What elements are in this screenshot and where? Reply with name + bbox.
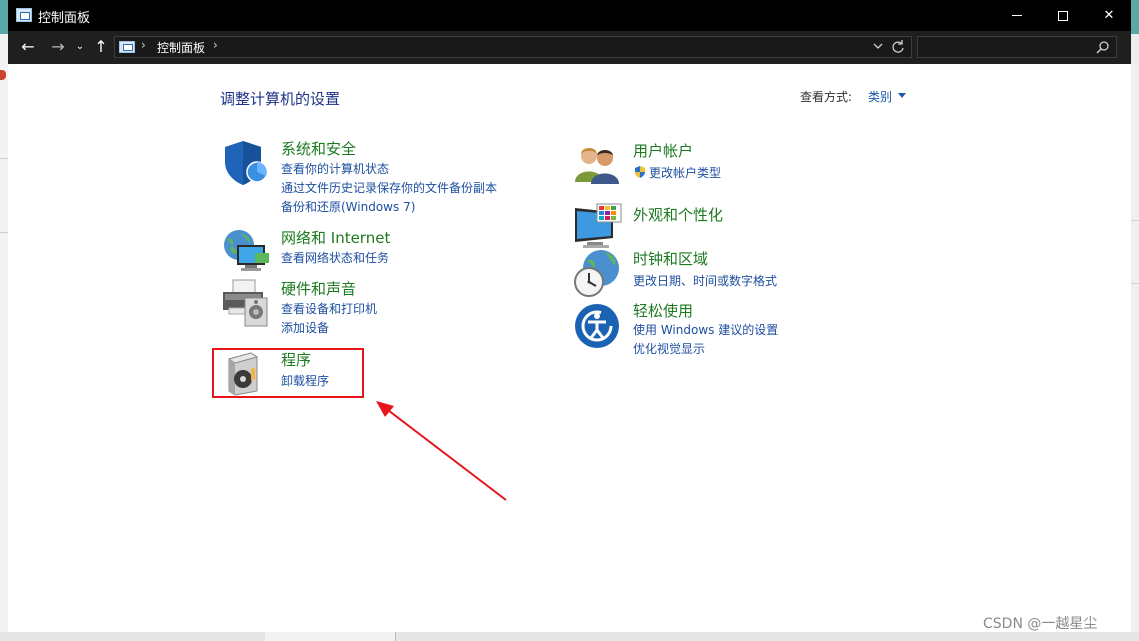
network-globe-icon[interactable] (221, 227, 271, 277)
window-title: 控制面板 (38, 11, 91, 26)
link-network-status[interactable]: 查看网络状态和任务 (281, 249, 389, 266)
forward-button[interactable]: → (48, 37, 68, 57)
control-panel-icon (119, 41, 135, 53)
address-bar[interactable]: › 控制面板 › (114, 36, 912, 58)
taskbar-edge (0, 632, 1139, 641)
category-title[interactable]: 网络和 Internet (281, 227, 390, 248)
category-title[interactable]: 外观和个性化 (633, 204, 723, 225)
chevron-down-icon[interactable] (898, 93, 906, 98)
link-backup-restore[interactable]: 备份和还原(Windows 7) (281, 198, 415, 215)
annotation-highlight-box (212, 348, 364, 398)
category-title[interactable]: 系统和安全 (281, 138, 356, 159)
uac-shield-icon (635, 166, 645, 178)
link-windows-recommended-settings[interactable]: 使用 Windows 建议的设置 (633, 321, 778, 338)
link-devices-printers[interactable]: 查看设备和打印机 (281, 300, 377, 317)
background-divider (0, 232, 8, 233)
clock-globe-icon[interactable] (573, 248, 623, 298)
category-title[interactable]: 轻松使用 (633, 300, 693, 321)
link-file-history-backup[interactable]: 通过文件历史记录保存你的文件备份副本 (281, 179, 497, 196)
monitor-palette-icon[interactable] (573, 202, 623, 252)
printer-speaker-icon[interactable] (221, 278, 271, 328)
users-icon[interactable] (573, 140, 623, 190)
taskbar-segment (265, 632, 395, 641)
navigation-bar: ← → ⌄ ↑ › 控制面板 › (8, 31, 1131, 64)
link-change-date-time-format[interactable]: 更改日期、时间或数字格式 (633, 272, 777, 289)
title-bar[interactable]: 控制面板 ✕ (8, 0, 1131, 31)
taskbar-divider (395, 632, 396, 641)
minimize-button[interactable] (994, 0, 1040, 31)
chevron-down-icon[interactable] (873, 39, 883, 53)
refresh-icon[interactable] (891, 37, 905, 57)
category-title[interactable]: 硬件和声音 (281, 278, 356, 299)
breadcrumb-separator-icon[interactable]: › (141, 38, 146, 52)
maximize-button[interactable] (1040, 0, 1086, 31)
background-divider (0, 158, 8, 159)
shield-icon[interactable] (221, 138, 271, 188)
link-view-computer-status[interactable]: 查看你的计算机状态 (281, 160, 389, 177)
control-panel-content: 调整计算机的设置 查看方式: 类别 系统和安全 查看你的计算机状态 通过文件历史… (8, 64, 1131, 632)
control-panel-icon (16, 8, 32, 22)
close-icon: ✕ (1103, 8, 1115, 23)
breadcrumb-control-panel[interactable]: 控制面板 (157, 39, 205, 56)
back-button[interactable]: ← (18, 37, 38, 57)
csdn-watermark: CSDN @一越星尘 (983, 616, 1098, 632)
page-title: 调整计算机的设置 (220, 90, 341, 108)
link-change-account-type[interactable]: 更改帐户类型 (649, 164, 721, 181)
category-title[interactable]: 时钟和区域 (633, 248, 708, 269)
up-button[interactable]: ↑ (92, 37, 110, 57)
background-window-edge-left (0, 34, 8, 641)
background-app-icon (0, 70, 6, 80)
maximize-icon (1058, 10, 1068, 21)
close-button[interactable]: ✕ (1086, 0, 1132, 31)
breadcrumb-separator-icon[interactable]: › (213, 38, 218, 52)
search-icon[interactable] (1096, 40, 1110, 54)
minimize-icon (1012, 15, 1022, 16)
category-title[interactable]: 用户帐户 (633, 140, 693, 161)
view-by-label: 查看方式: (800, 90, 853, 104)
search-input[interactable] (917, 36, 1117, 58)
recent-locations-button[interactable]: ⌄ (74, 37, 86, 57)
ease-of-access-icon[interactable] (573, 300, 623, 350)
control-panel-window: 控制面板 ✕ ← → ⌄ ↑ › 控制面板 › 调整计算机的设置 查看方式: 类… (8, 0, 1131, 632)
link-add-device[interactable]: 添加设备 (281, 319, 329, 336)
view-by-dropdown[interactable]: 类别 (868, 88, 892, 105)
annotation-arrow-icon (376, 401, 507, 501)
link-optimize-visual-display[interactable]: 优化视觉显示 (633, 340, 705, 357)
